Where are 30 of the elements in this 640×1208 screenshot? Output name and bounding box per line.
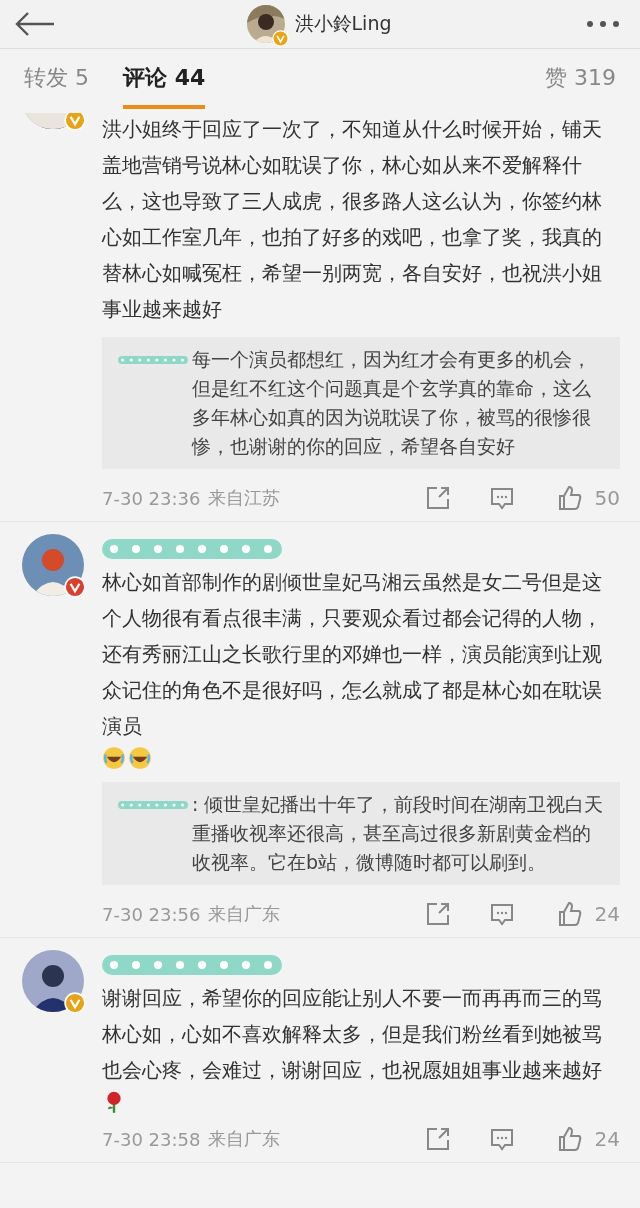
account-name: 洪小鈴Ling: [294, 11, 392, 36]
thumbs-up-icon[interactable]: [556, 485, 583, 511]
comment-icon[interactable]: [488, 901, 515, 927]
comment-icon[interactable]: [488, 1126, 515, 1152]
comment-time: 7-30 23:58: [102, 1128, 201, 1150]
back-arrow-icon[interactable]: [14, 11, 56, 37]
laughing-crying-emoji-icon: [102, 746, 126, 770]
comment-location: 来自广东: [208, 902, 281, 926]
like-count: 24: [594, 1127, 620, 1151]
laughing-crying-emoji-icon: [128, 746, 152, 770]
share-icon[interactable]: [424, 485, 451, 511]
tab[interactable]: 评论 44: [123, 53, 206, 109]
comment-location: 来自江苏: [208, 486, 281, 510]
comment-text: 洪小姐终于回应了一次了，不知道从什么时候开始，铺天盖地营销号说林心如耽误了你，林心如从来不爱解释什么，这也导致了三人成虎，很多路人这么认为，你签约林心如工作室几年，也拍了好多的戏吧，也拿了奖，我真的替林心如喊冤枉，希望一别两宽，各自安好，也祝洪小姐事业越来越好: [102, 116, 603, 323]
comment-text: 林心如首部制作的剧倾世皇妃马湘云虽然是女二号但是这个人物很有看点很丰满，只要观众看过都会记得的人物，还有秀丽江山之长歌行里的邓婵也一样，演员能演到让观众记住的角色不是很好吗，怎么就成了都是林心如在耽误演员: [102, 569, 603, 740]
thumbs-up-icon[interactable]: [556, 1126, 583, 1152]
thumbs-up-icon[interactable]: [556, 901, 583, 927]
comment-time: 7-30 23:56: [102, 903, 201, 925]
comment-text: 谢谢回应，希望你的回应能让别人不要一而再再而三的骂林心如，心如不喜欢解释太多，但是我们粉丝看到她被骂也会心疼，会难过，谢谢回应，也祝愿姐姐事业越来越好: [102, 985, 603, 1084]
comment-icon[interactable]: [488, 485, 515, 511]
comment-location: 来自广东: [208, 1127, 281, 1151]
reply-text: 每一个演员都想红，因为红才会有更多的机会，但是红不红这个问题真是个玄学真的靠命，这么多年林心如真的因为说耽误了你，被骂的很惨很惨，也谢谢的你的回应，希望各自安好: [192, 347, 592, 459]
reply-text: : 倾世皇妃播出十年了，前段时间在湖南卫视白天重播收视率还很高，甚至高过很多新剧黄金档的收视率。它在b站，微博随时都可以刷到。: [192, 792, 604, 875]
reply-box[interactable]: 每一个演员都想红，因为红才会有更多的机会，但是红不红这个问题真是个玄学真的靠命，这么多年林心如真的因为说耽误了你，被骂的很惨很惨，也谢谢的你的回应，希望各自安好: [102, 337, 620, 469]
reply-box[interactable]: : 倾世皇妃播出十年了，前段时间在湖南卫视白天重播收视率还很高，甚至高过很多新剧黄金档的收视率。它在b站，微博随时都可以刷到。: [102, 782, 620, 885]
share-icon[interactable]: [424, 901, 451, 927]
like-count: 50: [594, 486, 620, 510]
like-count: 24: [594, 902, 620, 926]
share-icon[interactable]: [424, 1126, 451, 1152]
comment-time: 7-30 23:36: [102, 487, 201, 509]
